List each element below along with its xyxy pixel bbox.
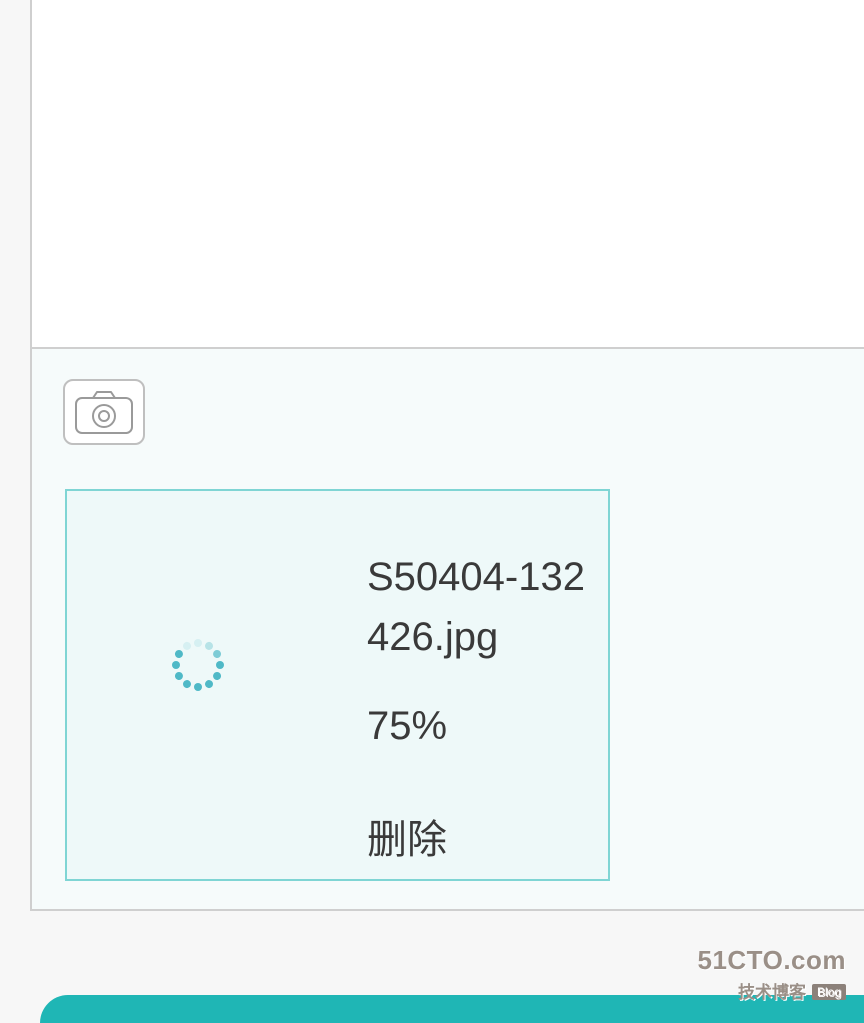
loading-spinner-icon [172, 639, 224, 691]
bottom-action-bar[interactable] [40, 995, 864, 1023]
camera-icon [75, 390, 133, 434]
watermark-line1: 51CTO.com [697, 945, 846, 976]
camera-button[interactable] [63, 379, 145, 445]
upload-progress-text: 75% [367, 704, 447, 749]
upload-file-name: S50404-132426.jpg [367, 547, 597, 667]
delete-button[interactable]: 删除 [367, 807, 447, 865]
content-blank-panel [30, 0, 864, 349]
upload-panel: S50404-132426.jpg 75% 删除 [30, 349, 864, 911]
